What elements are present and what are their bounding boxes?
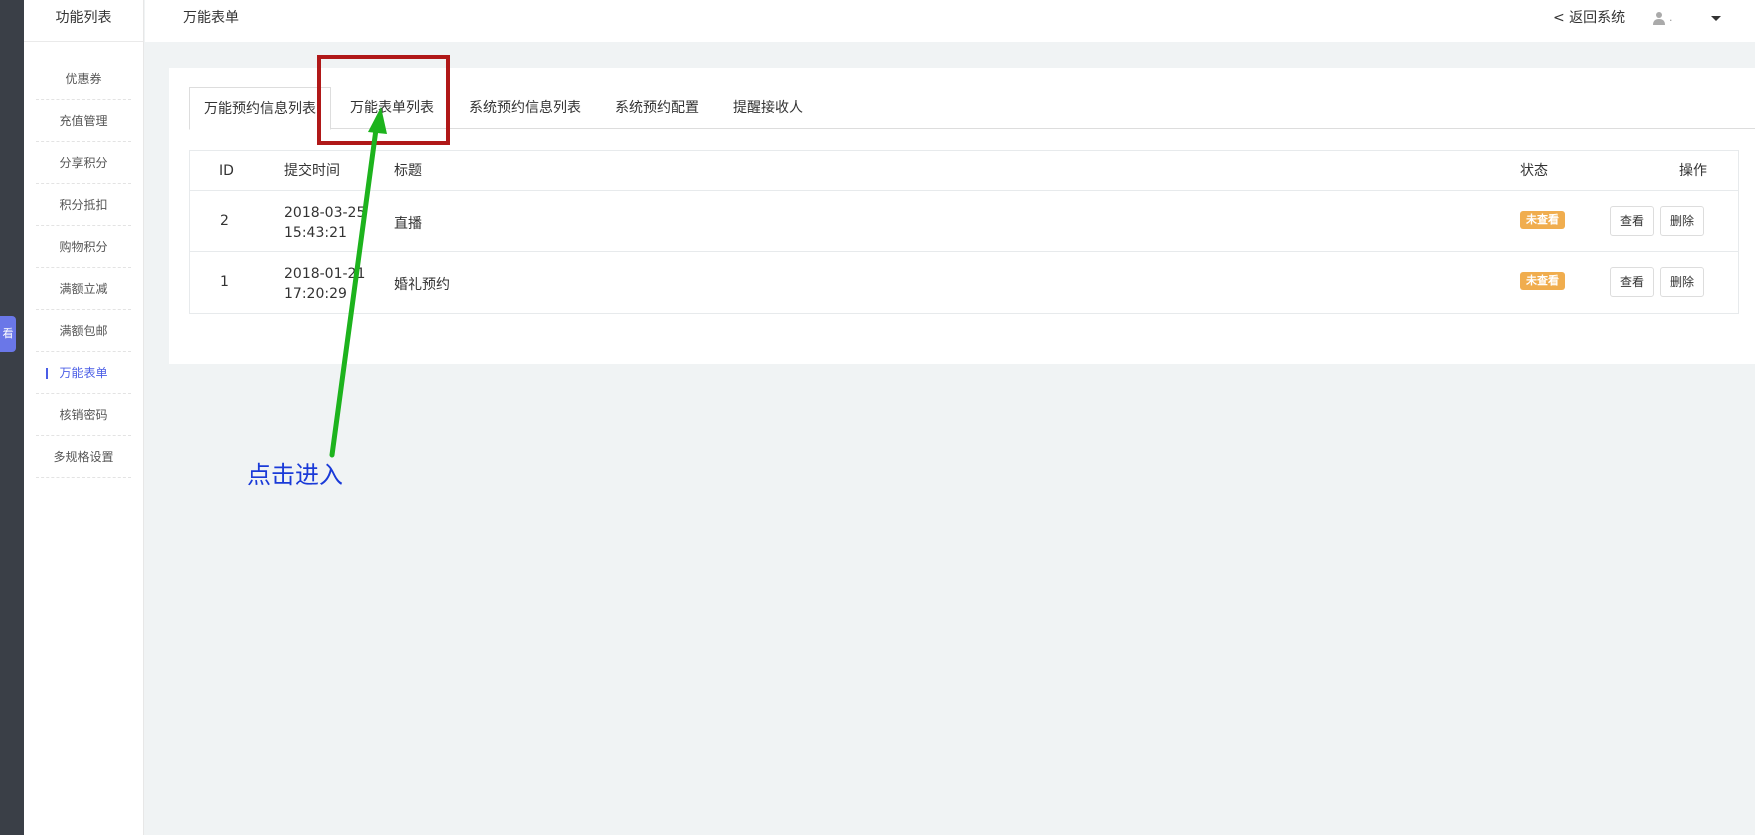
header-actions: 操作 <box>1679 163 1707 179</box>
sidebar-item-label: 万能表单 <box>59 366 108 380</box>
cell-title: 婚礼预约 <box>394 277 450 293</box>
sidebar-menu: 优惠券 充值管理 分享积分 积分抵扣 购物积分 满额立减 满额包邮 万能表单 核… <box>24 58 143 478</box>
sidebar-item-full-discount[interactable]: 满额立减 <box>36 268 131 310</box>
sidebar-title: 功能列表 <box>24 0 143 42</box>
header-time: 提交时间 <box>284 163 340 179</box>
cell-time: 2018-03-25 15:43:21 <box>284 203 374 243</box>
tab-reminder-recipients[interactable]: 提醒接收人 <box>733 87 803 129</box>
tab-system-booking-list[interactable]: 系统预约信息列表 <box>469 87 581 129</box>
view-button[interactable]: 查看 <box>1610 206 1655 236</box>
user-name[interactable]: . <box>1669 0 1673 36</box>
cell-id: 2 <box>220 213 229 229</box>
header-status: 状态 <box>1520 163 1548 179</box>
header-title: 标题 <box>394 163 422 179</box>
highlight-box <box>317 55 450 145</box>
cell-clock: 15:43:21 <box>284 225 347 241</box>
sidebar-item-shopping-points[interactable]: 购物积分 <box>36 226 131 268</box>
sidebar-item-verify-password[interactable]: 核销密码 <box>36 394 131 436</box>
cell-id: 1 <box>220 274 229 290</box>
sidebar: 功能列表 优惠券 充值管理 分享积分 积分抵扣 购物积分 满额立减 满额包邮 万… <box>24 0 144 835</box>
view-button[interactable]: 查看 <box>1610 267 1655 297</box>
delete-button[interactable]: 删除 <box>1660 267 1705 297</box>
caret-down-icon[interactable] <box>1711 16 1721 21</box>
cell-title: 直播 <box>394 216 422 232</box>
table-row: 2 2018-03-25 15:43:21 直播 未查看 查看 删除 <box>190 191 1738 252</box>
sidebar-item-coupon[interactable]: 优惠券 <box>36 58 131 100</box>
cell-date: 2018-01-21 <box>284 266 366 282</box>
cell-time: 2018-01-21 17:20:29 <box>284 264 374 304</box>
table-header: ID 提交时间 标题 状态 操作 <box>190 151 1738 191</box>
status-badge: 未查看 <box>1520 211 1565 229</box>
left-rail: 看 <box>0 0 24 835</box>
cell-date: 2018-03-25 <box>284 205 366 221</box>
delete-button[interactable]: 删除 <box>1660 206 1705 236</box>
tab-system-booking-config[interactable]: 系统预约配置 <box>615 87 699 129</box>
annotation-label: 点击进入 <box>247 461 343 489</box>
header-id: ID <box>219 163 234 179</box>
table-row: 1 2018-01-21 17:20:29 婚礼预约 未查看 查看 删除 <box>190 252 1738 313</box>
sidebar-item-share-points[interactable]: 分享积分 <box>36 142 131 184</box>
sidebar-item-recharge[interactable]: 充值管理 <box>36 100 131 142</box>
tab-universal-booking-list[interactable]: 万能预约信息列表 <box>189 87 331 130</box>
sidebar-item-free-shipping[interactable]: 满额包邮 <box>36 310 131 352</box>
sidebar-item-points-deduction[interactable]: 积分抵扣 <box>36 184 131 226</box>
sidebar-item-universal-form[interactable]: 万能表单 <box>36 352 131 394</box>
user-icon[interactable] <box>1653 11 1669 25</box>
topbar: 万能表单 < 返回系统 . <box>145 0 1755 42</box>
sidebar-item-multi-spec[interactable]: 多规格设置 <box>36 436 131 478</box>
cell-clock: 17:20:29 <box>284 286 347 302</box>
booking-table: ID 提交时间 标题 状态 操作 2 2018-03-25 15:43:21 直… <box>189 150 1739 314</box>
page-title: 万能表单 <box>183 10 239 26</box>
back-to-system-link[interactable]: < 返回系统 <box>1553 0 1625 36</box>
status-badge: 未查看 <box>1520 272 1565 290</box>
active-indicator <box>46 368 48 379</box>
rail-tab[interactable]: 看 <box>0 316 16 352</box>
